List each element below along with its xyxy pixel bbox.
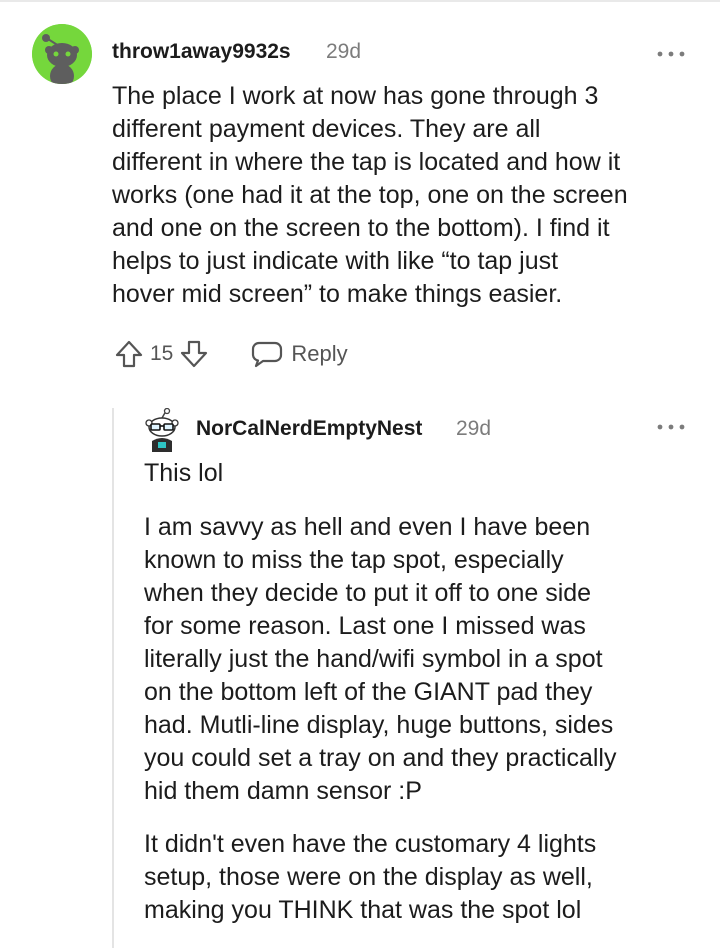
- more-options-button[interactable]: [654, 44, 688, 64]
- reply-more-options-button[interactable]: [654, 417, 688, 437]
- comment-line: helps to just indicate with like “to tap…: [112, 247, 559, 275]
- comment-line: hover mid screen” to make things easier.: [112, 280, 563, 308]
- reply-line: I am savvy as hell and even I have been: [144, 513, 591, 541]
- downvote-button[interactable]: [177, 337, 211, 371]
- reply-line: setup, those were on the display as well…: [144, 863, 593, 891]
- reply-button[interactable]: Reply: [251, 340, 348, 368]
- comment-line: works (one had it at the top, one on the…: [112, 181, 628, 209]
- more-dots-icon: [657, 51, 685, 57]
- reply-line: It didn't even have the customary 4 ligh…: [144, 830, 597, 858]
- comment-actions: 15 Reply: [112, 336, 348, 372]
- reply-line: This lol: [144, 459, 224, 487]
- reply-line: when they decide to put it off to one si…: [144, 579, 592, 607]
- more-dots-icon: [657, 424, 685, 430]
- snoo-glasses-avatar-icon: [145, 407, 179, 452]
- user-avatar[interactable]: [32, 24, 92, 84]
- upvote-button[interactable]: [112, 337, 146, 371]
- speech-bubble-icon: [252, 341, 283, 368]
- reply-user-avatar[interactable]: [144, 407, 180, 452]
- arrow-up-icon: [115, 340, 143, 368]
- comment-author[interactable]: throw1away9932s: [112, 40, 291, 64]
- comment-line: different in where the tap is located an…: [112, 148, 621, 176]
- reply-line: you could set a tray on and they practic…: [144, 744, 617, 772]
- vote-count: 15: [150, 342, 174, 365]
- reply-author[interactable]: NorCalNerdEmptyNest: [196, 417, 422, 441]
- comment-line: The place I work at now has gone through…: [112, 82, 599, 110]
- reply-line: literally just the hand/wifi symbol in a…: [144, 645, 603, 673]
- reply-line: for some reason. Last one I missed was: [144, 612, 586, 640]
- arrow-down-icon: [181, 340, 208, 368]
- divider-top: [0, 0, 720, 2]
- reply-paragraph-1: This lol: [144, 457, 704, 490]
- comment-line: different payment devices. They are all: [112, 115, 541, 143]
- comment-body: The place I work at now has gone through…: [112, 80, 702, 311]
- snoo-avatar-icon: [32, 24, 92, 84]
- reply-label: Reply: [291, 341, 348, 366]
- thread-line[interactable]: [112, 408, 114, 948]
- reply-age: 29d: [456, 417, 492, 440]
- comment-line: and one on the screen to the bottom). I …: [112, 214, 610, 242]
- reply-line: on the bottom left of the GIANT pad they: [144, 678, 593, 706]
- comment-age: 29d: [326, 40, 362, 63]
- reply-line: making you THINK that was the spot lol: [144, 896, 582, 924]
- reply-line: hid them damn sensor :P: [144, 777, 422, 805]
- reply-paragraph-3: It didn't even have the customary 4 ligh…: [144, 828, 704, 927]
- reply-line: had. Mutli-line display, huge buttons, s…: [144, 711, 614, 739]
- reply-line: known to miss the tap spot, especially: [144, 546, 564, 574]
- reply-paragraph-2: I am savvy as hell and even I have been …: [144, 511, 704, 808]
